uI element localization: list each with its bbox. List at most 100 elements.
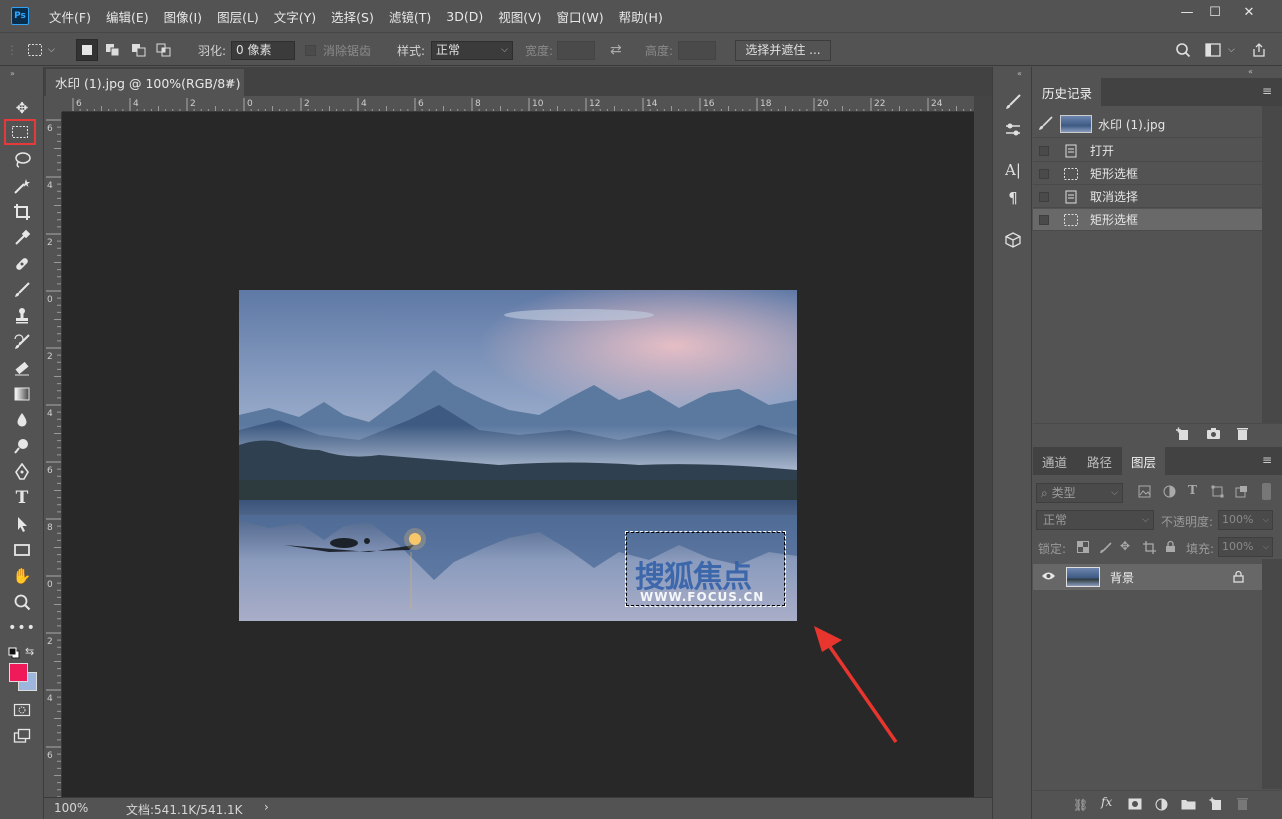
collapse-panel-icon[interactable]: « [1248, 67, 1253, 76]
close-button[interactable]: ✕ [1232, 0, 1266, 24]
history-source-checkbox[interactable] [1039, 145, 1049, 156]
history-snapshot[interactable]: 水印 (1).jpg [1033, 111, 1262, 138]
new-adjustment-layer-icon[interactable] [1155, 798, 1168, 814]
blur-tool-icon[interactable] [11, 409, 33, 431]
move-tool-icon[interactable]: ✥ [11, 97, 33, 119]
panel-menu-icon[interactable]: ≡ [1262, 453, 1272, 467]
delete-layer-icon[interactable] [1236, 797, 1249, 814]
width-input[interactable] [557, 41, 595, 60]
document-image[interactable]: 搜狐焦点 WWW.FOCUS.CN [239, 290, 797, 621]
menu-image[interactable]: 图像(I) [164, 7, 202, 26]
lasso-tool-icon[interactable] [11, 149, 33, 171]
maximize-button[interactable]: ☐ [1198, 0, 1232, 24]
menu-window[interactable]: 窗口(W) [557, 7, 604, 26]
subtract-selection-button[interactable] [128, 39, 150, 61]
brush-presets-icon[interactable] [1002, 119, 1024, 141]
zoom-tool-icon[interactable] [11, 591, 33, 613]
filter-smart-object-icon[interactable] [1235, 485, 1248, 501]
history-state-current[interactable]: 矩形选框 [1033, 209, 1262, 231]
select-and-mask-button[interactable]: 选择并遮住 ... [735, 40, 831, 61]
document-tab[interactable]: 水印 (1).jpg @ 100%(RGB/8#) × [46, 69, 244, 96]
3d-panel-icon[interactable] [1002, 229, 1024, 251]
menu-layer[interactable]: 图层(L) [217, 7, 259, 26]
eyedropper-tool-icon[interactable] [11, 227, 33, 249]
menu-help[interactable]: 帮助(H) [619, 7, 663, 26]
filter-toggle-switch[interactable] [1262, 483, 1271, 500]
lock-transparent-icon[interactable] [1077, 541, 1089, 556]
dodge-tool-icon[interactable] [11, 435, 33, 457]
panel-menu-icon[interactable]: ≡ [1262, 84, 1272, 98]
vertical-ruler[interactable]: 6 4 2 0 2 4 6 8 0 2 4 6 [44, 112, 62, 797]
expand-panel-icon[interactable]: » [10, 69, 15, 78]
fill-input[interactable]: 100% ⌵ [1218, 537, 1273, 557]
blend-mode-select[interactable]: 正常 ⌵ [1036, 510, 1154, 530]
canvas[interactable]: 搜狐焦点 WWW.FOCUS.CN [62, 112, 974, 797]
screen-mode-icon[interactable] [11, 725, 33, 747]
zoom-level[interactable]: 100% [54, 801, 88, 815]
tab-channels[interactable]: 通道 [1033, 447, 1076, 475]
type-tool-icon[interactable]: T [11, 487, 33, 509]
history-source-checkbox[interactable] [1039, 168, 1049, 179]
more-tools-icon[interactable]: ••• [8, 617, 35, 639]
intersect-selection-button[interactable] [153, 39, 175, 61]
chevron-down-icon[interactable]: ⌵ [48, 33, 55, 67]
menu-3d[interactable]: 3D(D) [446, 9, 483, 24]
filter-shape-icon[interactable] [1211, 485, 1224, 501]
share-button[interactable] [1248, 39, 1270, 61]
layer-filter-select[interactable]: ⌕ 类型 ⌵ [1036, 483, 1123, 503]
feather-input[interactable]: 0 像素 [231, 41, 295, 60]
gradient-tool-icon[interactable] [11, 383, 33, 405]
history-brush-tool-icon[interactable] [11, 331, 33, 353]
history-source-checkbox[interactable] [1039, 214, 1049, 225]
lock-image-icon[interactable] [1099, 541, 1112, 557]
tab-layers[interactable]: 图层 [1122, 447, 1166, 475]
eye-visibility-icon[interactable] [1041, 570, 1056, 584]
menu-file[interactable]: 文件(F) [49, 7, 91, 26]
menu-filter[interactable]: 滤镜(T) [389, 7, 431, 26]
path-selection-tool-icon[interactable] [11, 513, 33, 535]
new-selection-button[interactable] [76, 39, 98, 61]
tab-paths[interactable]: 路径 [1078, 447, 1121, 475]
tab-history[interactable]: 历史记录 [1033, 78, 1102, 106]
antialias-checkbox[interactable]: 消除锯齿 [305, 33, 371, 67]
lock-position-icon[interactable]: ✥ [1120, 539, 1130, 553]
swap-colors-icon[interactable]: ⇆ [25, 645, 34, 658]
menu-type[interactable]: 文字(Y) [274, 7, 316, 26]
delete-state-icon[interactable] [1236, 427, 1249, 444]
pen-tool-icon[interactable] [11, 461, 33, 483]
history-brush-source-icon[interactable] [1038, 115, 1054, 134]
menu-view[interactable]: 视图(V) [498, 7, 541, 26]
new-group-folder-icon[interactable] [1181, 798, 1196, 813]
default-colors-icon[interactable] [8, 647, 20, 662]
layer-lock-icon[interactable] [1233, 570, 1244, 586]
rectangle-tool-icon[interactable] [11, 539, 33, 561]
collapse-strip-icon[interactable]: « [1017, 69, 1022, 78]
filter-type-icon[interactable]: T [1188, 483, 1197, 497]
menu-edit[interactable]: 编辑(E) [106, 7, 149, 26]
tool-preset-picker[interactable] [24, 39, 46, 61]
layer-style-fx-icon[interactable]: fx [1101, 795, 1112, 809]
menu-select[interactable]: 选择(S) [331, 7, 374, 26]
lock-artboard-icon[interactable] [1143, 541, 1156, 557]
opacity-input[interactable]: 100% ⌵ [1218, 510, 1273, 530]
hand-tool-icon[interactable]: ✋ [11, 565, 33, 587]
rect-marquee-tool-icon[interactable] [4, 119, 36, 145]
status-menu-arrow[interactable]: › [264, 800, 269, 814]
marquee-selection[interactable] [625, 531, 786, 607]
history-source-checkbox[interactable] [1039, 191, 1049, 202]
character-panel-icon[interactable]: A| [1002, 159, 1024, 181]
link-layers-icon[interactable]: ⛓ [1073, 798, 1088, 812]
magic-wand-tool-icon[interactable] [11, 175, 33, 197]
eraser-tool-icon[interactable] [11, 357, 33, 379]
history-state[interactable]: 打开 [1033, 140, 1262, 162]
layers-scrollbar[interactable] [1262, 559, 1282, 789]
ruler-origin[interactable] [44, 96, 62, 112]
new-document-from-state-icon[interactable] [1175, 427, 1190, 444]
lock-all-icon[interactable] [1165, 540, 1176, 556]
clone-stamp-tool-icon[interactable] [11, 305, 33, 327]
filter-adjustment-icon[interactable] [1163, 485, 1176, 501]
healing-brush-tool-icon[interactable] [11, 253, 33, 275]
filter-pixel-icon[interactable] [1138, 485, 1151, 501]
chevron-down-icon[interactable]: ⌵ [1228, 33, 1235, 67]
style-select[interactable]: 正常 ⌵ [431, 41, 513, 60]
